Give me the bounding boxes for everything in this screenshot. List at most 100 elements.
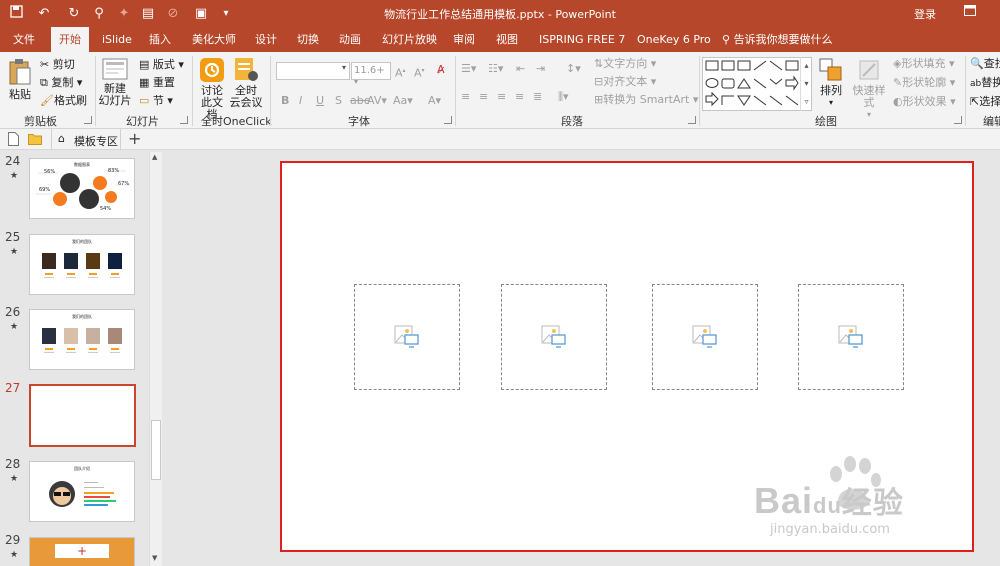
font-name-box[interactable] — [276, 62, 350, 80]
divider — [192, 56, 193, 126]
columns-icon[interactable]: ⫼▾ — [558, 90, 569, 104]
align-right-icon[interactable]: ≡ — [497, 90, 506, 104]
shape-outline-label: 形状轮廓 — [902, 76, 947, 89]
line-spacing-icon[interactable]: ↕▾ — [566, 62, 581, 76]
shadow-icon[interactable]: S — [335, 94, 342, 108]
cut-button[interactable]: ✂ 剪切 — [40, 58, 75, 72]
shape-effects-button[interactable]: ◐形状效果 ▾ — [893, 95, 956, 109]
paste-button[interactable]: 粘贴 — [6, 58, 34, 101]
animation-star-icon: ★ — [10, 322, 19, 332]
underline-icon[interactable]: U — [316, 94, 324, 108]
slide-thumbnail-25[interactable]: 我们的团队 — [29, 234, 135, 295]
italic-icon[interactable]: I — [299, 94, 302, 108]
folder-icon[interactable] — [28, 133, 42, 148]
change-case-icon[interactable]: Aa▾ — [393, 94, 413, 108]
tab-review[interactable]: 审阅 — [453, 27, 475, 52]
justify-icon[interactable]: ≡ — [515, 90, 524, 104]
quick-styles-button[interactable]: 快速样式 ▾ — [848, 58, 890, 121]
title-bar: ↶ ↻ ⚲ ✦ ▤ ⊘ ▣ ▾ 物流行业工作总结通用模板.pptx - Powe… — [0, 0, 1000, 27]
select-button[interactable]: ⇱选择 — [970, 95, 1000, 109]
slide-thumbnail-24[interactable]: 数据图表 56% 83% 69% 67% 54% — [29, 158, 135, 219]
increase-font-icon[interactable]: A▴ — [395, 64, 406, 81]
slide-thumbnail-27[interactable] — [29, 384, 136, 447]
text-direction-button[interactable]: ⇅文字方向 ▾ — [594, 57, 656, 71]
reset-button[interactable]: ▦ 重置 — [139, 76, 175, 90]
replace-button[interactable]: ab替换 — [970, 76, 1000, 91]
increase-indent-icon[interactable]: ⇥ — [536, 62, 545, 76]
picture-placeholder[interactable] — [798, 284, 904, 390]
new-doc-icon[interactable] — [8, 132, 19, 149]
tell-me-search[interactable]: ⚲ 告诉我你想要做什么 — [722, 27, 833, 52]
decrease-indent-icon[interactable]: ⇤ — [516, 62, 525, 76]
slide-thumbnail-28[interactable]: 团队介绍 — [29, 461, 135, 522]
picture-placeholder[interactable] — [652, 284, 758, 390]
discuss-doc-button[interactable]: 讨论 此文档 — [196, 58, 228, 121]
divider — [95, 56, 96, 126]
slide-thumbnail-29[interactable]: + — [29, 537, 135, 566]
thumbnails-scrollbar[interactable]: ▲ ▼ — [149, 152, 162, 566]
shape-fill-button[interactable]: ◈形状填充 ▾ — [893, 57, 955, 71]
find-button[interactable]: 🔍查找 — [970, 57, 1000, 71]
thumb-pct: 67% — [118, 181, 130, 187]
thumb-pct: 56% — [44, 169, 56, 175]
smartart-button[interactable]: ⊞转换为 SmartArt ▾ — [594, 93, 698, 107]
tab-slideshow[interactable]: 幻灯片放映 — [382, 27, 437, 52]
drawing-launcher-icon[interactable] — [954, 116, 962, 124]
section-button[interactable]: ▭ 节 ▾ — [139, 94, 173, 108]
bullets-icon[interactable]: ☰▾ — [461, 62, 476, 76]
distributed-icon[interactable]: ≣ — [533, 90, 542, 104]
clear-format-icon[interactable]: A̷ — [437, 63, 445, 77]
tab-insert[interactable]: 插入 — [149, 27, 171, 52]
tab-onekey[interactable]: OneKey 6 Pro — [637, 27, 711, 52]
tab-ispring[interactable]: ISPRING FREE 7 — [539, 27, 625, 52]
font-size-box[interactable]: 11.6+ ▾ — [351, 62, 391, 86]
char-spacing-icon[interactable]: AV▾ — [367, 94, 387, 108]
scroll-down-icon[interactable]: ▼ — [152, 554, 157, 562]
tab-animations[interactable]: 动画 — [339, 27, 361, 52]
login-link[interactable]: 登录 — [914, 6, 936, 22]
group-label-drawing: 绘图 — [815, 115, 837, 128]
cloud-meeting-button[interactable]: 全时 云会议 — [229, 58, 263, 109]
thumb-pct: 54% — [100, 206, 112, 212]
tab-design[interactable]: 设计 — [255, 27, 277, 52]
ribbon-display-icon[interactable] — [962, 5, 978, 21]
bold-icon[interactable]: B — [281, 94, 289, 108]
layout-button[interactable]: ▤ 版式 ▾ — [139, 58, 184, 72]
align-left-icon[interactable]: ≡ — [461, 90, 470, 104]
animation-star-icon: ★ — [10, 247, 19, 257]
new-slide-button[interactable]: 新建 幻灯片 — [98, 58, 132, 107]
font-color-icon[interactable]: A▾ — [428, 94, 441, 108]
copy-icon: ⧉ — [40, 76, 52, 89]
font-name-dropdown-icon[interactable]: ▾ — [342, 63, 346, 72]
tab-view[interactable]: 视图 — [496, 27, 518, 52]
quick-styles-icon — [859, 60, 879, 80]
scrollbar-thumb[interactable] — [151, 420, 161, 480]
tab-file[interactable]: 文件 — [13, 27, 35, 52]
picture-placeholder[interactable] — [501, 284, 607, 390]
align-text-button[interactable]: ⊟对齐文本 ▾ — [594, 75, 656, 89]
decrease-font-icon[interactable]: A▾ — [414, 64, 425, 81]
arrange-button[interactable]: 排列 ▾ — [816, 58, 846, 109]
format-painter-button[interactable]: 🖌格式刷 — [40, 94, 87, 108]
slide-thumbnail-26[interactable]: 我们的团队 — [29, 309, 135, 370]
tab-islide[interactable]: iSlide — [102, 27, 132, 52]
add-tab-icon[interactable]: + — [128, 129, 141, 148]
slides-launcher-icon[interactable] — [180, 116, 188, 124]
picture-placeholder[interactable] — [354, 284, 460, 390]
template-zone-tab[interactable]: ⌂ 模板专区 — [51, 129, 121, 150]
copy-button[interactable]: ⧉ 复制 ▾ — [40, 76, 82, 90]
tab-meihua[interactable]: 美化大师 — [192, 27, 236, 52]
numbering-icon[interactable]: ☷▾ — [488, 62, 503, 76]
shape-outline-button[interactable]: ✎形状轮廓 ▾ — [893, 76, 955, 90]
shapes-scroll-icon[interactable]: ▴ ▾ ▿ — [800, 57, 812, 111]
tab-home[interactable]: 开始 — [51, 27, 89, 52]
align-center-icon[interactable]: ≡ — [479, 90, 488, 104]
paste-label: 粘贴 — [9, 88, 31, 101]
paragraph-launcher-icon[interactable] — [688, 116, 696, 124]
scroll-up-icon[interactable]: ▲ — [152, 153, 157, 161]
shapes-gallery[interactable] — [702, 57, 812, 111]
slide-thumbnails-pane: 24 ★ 数据图表 56% 83% 69% 67% 54% 25 ★ 我们的团队… — [0, 150, 165, 566]
clipboard-launcher-icon[interactable] — [84, 116, 92, 124]
font-launcher-icon[interactable] — [444, 116, 452, 124]
tab-transitions[interactable]: 切换 — [297, 27, 319, 52]
